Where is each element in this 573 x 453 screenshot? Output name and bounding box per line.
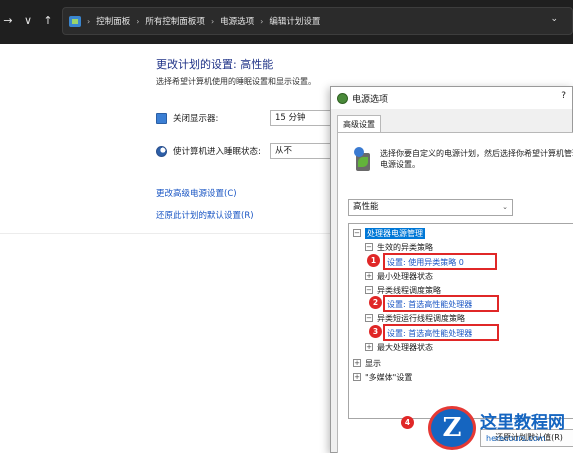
display-label: 关闭显示器: bbox=[173, 114, 219, 124]
dialog-description: 选择你要自定义的电源计划，然后选择你希望计算机管理电源设置。 bbox=[380, 149, 573, 169]
address-field[interactable]: › 控制面板 › 所有控制面板项 › 电源选项 › 编辑计划设置 ⌄ bbox=[62, 7, 573, 35]
sleep-timeout-select[interactable]: 从不 bbox=[270, 143, 332, 159]
breadcrumb-item[interactable]: 所有控制面板项 bbox=[145, 15, 205, 27]
chevron-right-icon: › bbox=[210, 16, 215, 26]
chevron-right-icon: › bbox=[136, 16, 140, 26]
help-button[interactable]: ? bbox=[561, 91, 566, 101]
page-subtitle: 选择希望计算机使用的睡眠设置和显示设置。 bbox=[156, 77, 316, 86]
page-title: 更改计划的设置: 高性能 bbox=[156, 58, 274, 71]
expand-icon[interactable]: + bbox=[353, 359, 361, 367]
annotation-badge: 4 bbox=[401, 416, 414, 429]
watermark: Z 这里教程网 herecours.com bbox=[428, 402, 573, 453]
restore-defaults-link[interactable]: 还原此计划的默认设置(R) bbox=[156, 209, 254, 221]
tree-item-display[interactable]: + 显示 bbox=[353, 357, 381, 369]
collapse-icon[interactable]: − bbox=[365, 314, 373, 322]
control-panel-icon bbox=[69, 15, 81, 27]
tab-advanced-settings[interactable]: 高级设置 bbox=[337, 115, 381, 133]
collapse-icon[interactable]: − bbox=[353, 229, 361, 237]
breadcrumb-item[interactable]: 电源选项 bbox=[220, 15, 254, 27]
advanced-settings-link[interactable]: 更改高级电源设置(C) bbox=[156, 187, 237, 199]
breadcrumb: › 控制面板 › 所有控制面板项 › 电源选项 › 编辑计划设置 bbox=[69, 15, 320, 27]
expand-icon[interactable]: + bbox=[353, 373, 361, 381]
annotation-box bbox=[383, 324, 499, 341]
annotation-box bbox=[383, 253, 497, 270]
chevron-down-icon[interactable]: ⌄ bbox=[550, 14, 558, 24]
annotation-badge: 2 bbox=[369, 296, 382, 309]
sleep-label: 使计算机进入睡眠状态: bbox=[173, 147, 261, 157]
tree-item-min-processor-state[interactable]: + 最小处理器状态 bbox=[365, 270, 433, 282]
breadcrumb-item[interactable]: 编辑计划设置 bbox=[269, 15, 320, 27]
settings-tree[interactable]: − 处理器电源管理 − 生效的异类策略 设置: 使用异类策略 0 + 最小处理器… bbox=[348, 223, 573, 419]
expand-icon[interactable]: + bbox=[365, 343, 373, 351]
collapse-icon[interactable]: − bbox=[365, 286, 373, 294]
tree-item-short-thread-scheduling[interactable]: − 异类短运行线程调度策略 bbox=[365, 312, 465, 324]
dialog-title: 电源选项 bbox=[352, 95, 389, 105]
tree-item-processor-power[interactable]: − 处理器电源管理 bbox=[353, 227, 425, 239]
annotation-box bbox=[383, 295, 499, 312]
chevron-right-icon: › bbox=[87, 16, 91, 26]
up-icon[interactable]: ↑ bbox=[40, 13, 56, 29]
power-options-icon bbox=[337, 93, 348, 104]
moon-icon bbox=[156, 145, 167, 157]
sleep-row: 使计算机进入睡眠状态: bbox=[156, 145, 261, 157]
chevron-down-icon: ⌄ bbox=[502, 203, 508, 211]
divider bbox=[0, 233, 333, 234]
tree-item-multimedia[interactable]: + "多媒体"设置 bbox=[353, 371, 412, 383]
watermark-logo: Z bbox=[428, 406, 476, 450]
forward-icon[interactable]: → bbox=[0, 13, 16, 29]
power-options-dialog: 电源选项 ? 高级设置 选择你要自定义的电源计划，然后选择你希望计算机管理电源设… bbox=[330, 86, 573, 453]
monitor-icon bbox=[156, 112, 167, 124]
dialog-titlebar[interactable]: 电源选项 ? bbox=[331, 87, 572, 109]
recent-dropdown-icon[interactable]: ∨ bbox=[20, 13, 36, 29]
breadcrumb-item[interactable]: 控制面板 bbox=[96, 15, 130, 27]
watermark-title: 这里教程网 bbox=[480, 413, 565, 433]
collapse-icon[interactable]: − bbox=[365, 243, 373, 251]
annotation-badge: 3 bbox=[369, 325, 382, 338]
power-plan-icon bbox=[352, 147, 374, 171]
watermark-url: herecours.com bbox=[486, 434, 546, 443]
plan-select-value: 高性能 bbox=[353, 202, 379, 212]
tree-item-max-processor-state[interactable]: + 最大处理器状态 bbox=[365, 341, 433, 353]
plan-select[interactable]: 高性能 ⌄ bbox=[348, 199, 513, 216]
expand-icon[interactable]: + bbox=[365, 272, 373, 280]
display-row: 关闭显示器: bbox=[156, 112, 218, 124]
chevron-right-icon: › bbox=[260, 16, 264, 26]
address-bar-strip: → ∨ ↑ › 控制面板 › 所有控制面板项 › 电源选项 › 编辑计划设置 ⌄ bbox=[0, 0, 573, 44]
display-timeout-select[interactable]: 15 分钟 bbox=[270, 110, 332, 126]
tree-item-heterogeneous-policy[interactable]: − 生效的异类策略 bbox=[365, 241, 433, 253]
annotation-badge: 1 bbox=[367, 254, 380, 267]
